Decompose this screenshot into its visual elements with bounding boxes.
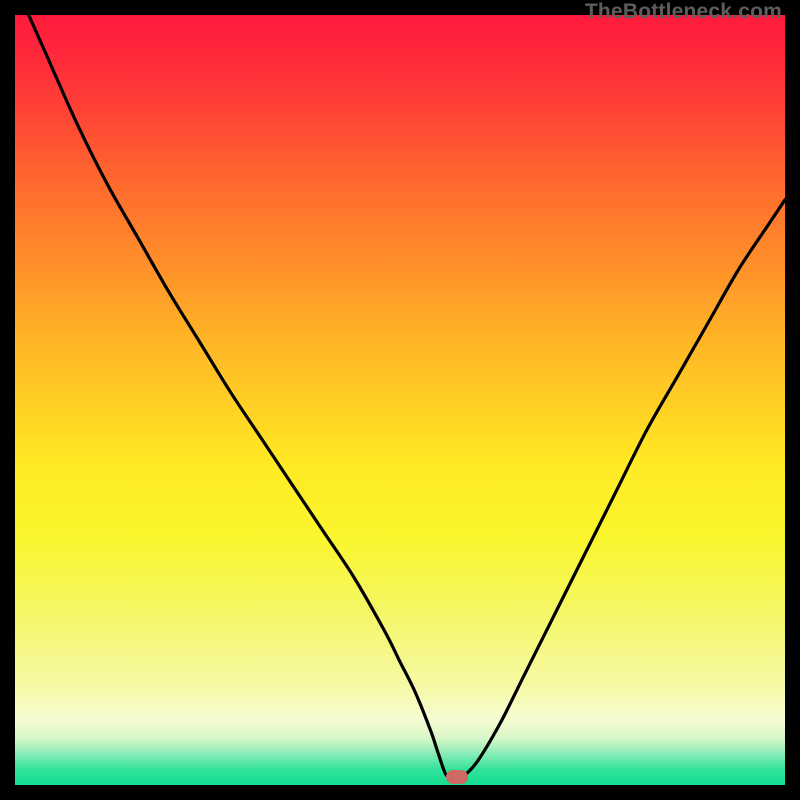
bottleneck-curve (15, 15, 785, 785)
chart-frame: TheBottleneck.com (0, 0, 800, 800)
watermark-text: TheBottleneck.com (585, 0, 782, 24)
optimal-marker (446, 770, 468, 784)
curve-path (15, 15, 785, 779)
chart-plot-area (15, 15, 785, 785)
